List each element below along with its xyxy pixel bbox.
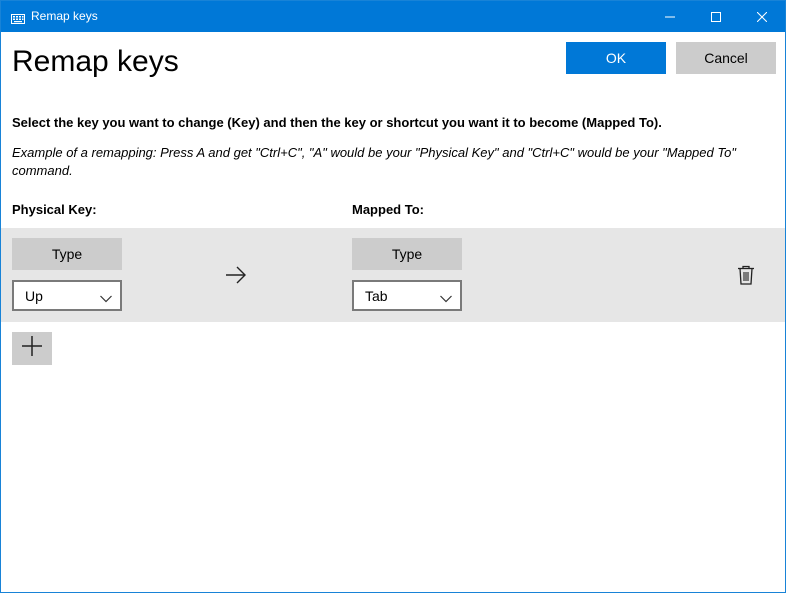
title-bar[interactable]: Remap keys [1,1,785,32]
page-title: Remap keys [12,45,179,78]
example-text: Example of a remapping: Press A and get … [12,145,736,178]
mapped-key-value: Tab [365,288,388,304]
remap-keys-window: Remap keys Remap keys OK Cancel Select t… [0,0,786,593]
window-title: Remap keys [31,9,98,23]
chevron-down-icon [440,290,452,308]
add-mapping-button[interactable] [12,332,52,365]
mapped-to-header: Mapped To: [352,202,424,217]
maximize-icon [711,11,721,22]
mapped-type-button[interactable]: Type [352,238,462,270]
cancel-button[interactable]: Cancel [676,42,776,74]
physical-key-header: Physical Key: [12,202,97,217]
close-button[interactable] [739,1,785,32]
instructions-text: Select the key you want to change (Key) … [12,115,662,130]
mapped-key-dropdown[interactable]: Tab [352,280,462,311]
physical-type-button[interactable]: Type [12,238,122,270]
trash-icon[interactable] [735,264,757,291]
arrow-right-icon [225,265,247,290]
minimize-icon [665,16,675,17]
chevron-down-icon [100,290,112,308]
keyboard-icon [11,11,25,24]
minimize-button[interactable] [647,1,693,32]
ok-button[interactable]: OK [566,42,666,74]
close-icon [757,11,767,22]
maximize-button[interactable] [693,1,739,32]
physical-key-dropdown[interactable]: Up [12,280,122,311]
mapping-row: Type Up Type Tab [1,228,785,322]
plus-icon [21,335,43,362]
physical-key-value: Up [25,288,43,304]
